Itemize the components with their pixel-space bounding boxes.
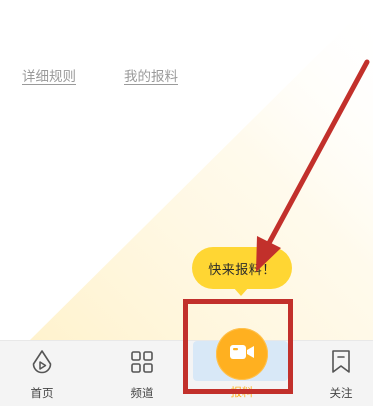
background-glow	[30, 0, 373, 340]
bookmark-icon	[328, 349, 354, 375]
my-reports-link[interactable]: 我的报料	[124, 65, 178, 85]
tooltip-tail	[233, 287, 249, 296]
link-row: 详细规则 我的报料	[22, 65, 178, 85]
main-content: 详细规则 我的报料 快来报料！	[0, 0, 373, 340]
annotation-highlight-box	[183, 299, 293, 394]
rules-link[interactable]: 详细规则	[22, 65, 76, 85]
tab-channels-label: 频道	[130, 386, 154, 400]
grid-icon	[129, 349, 155, 375]
tab-follow-label: 关注	[329, 386, 353, 400]
home-drop-play-icon	[29, 349, 55, 375]
tooltip-text: 快来报料！	[208, 262, 276, 278]
tab-home[interactable]: 首页	[7, 341, 77, 406]
report-tooltip: 快来报料！	[192, 247, 292, 289]
tab-follow[interactable]: 关注	[306, 341, 373, 406]
tab-channels[interactable]: 频道	[107, 341, 177, 406]
tab-home-label: 首页	[30, 386, 54, 400]
